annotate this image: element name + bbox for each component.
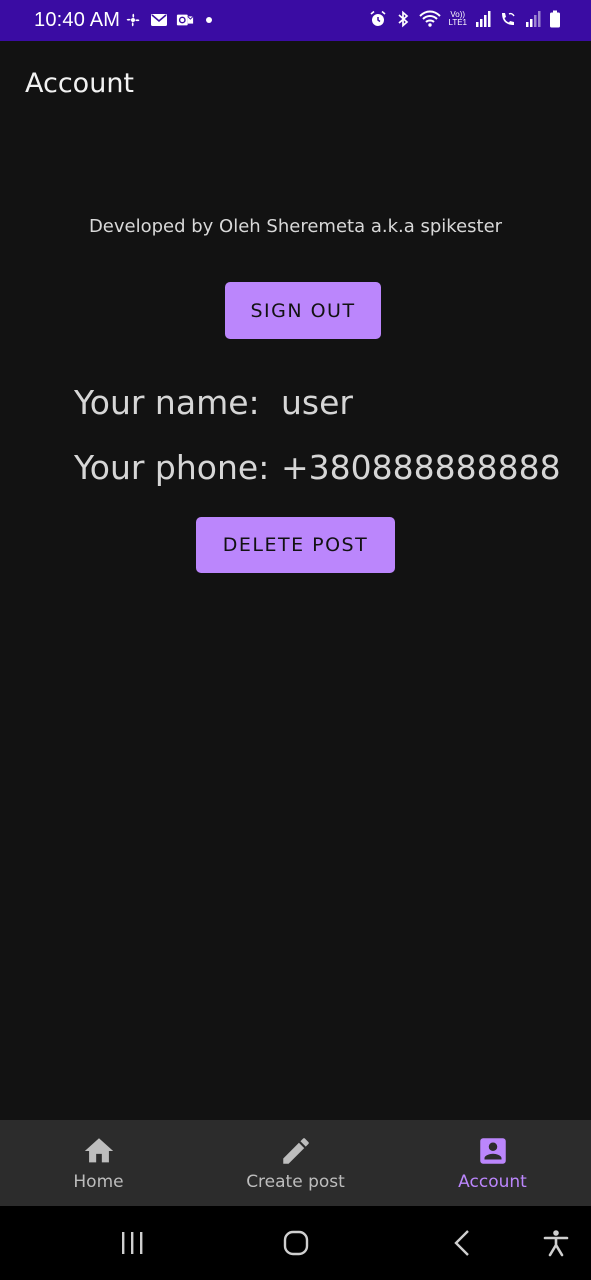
nav-item-home[interactable]: Home [0, 1120, 197, 1206]
nav-item-create-post[interactable]: Create post [197, 1120, 394, 1206]
accessibility-icon[interactable] [541, 1228, 571, 1258]
mail-icon [150, 11, 168, 29]
wifi-calling-icon [499, 10, 517, 28]
alarm-icon [369, 10, 387, 28]
recents-icon[interactable] [117, 1228, 147, 1258]
nav-label-account: Account [458, 1172, 527, 1192]
fan-icon [124, 11, 142, 29]
outlook-icon [176, 11, 194, 29]
lte-label: LTE1 [448, 18, 467, 27]
developer-credit: Developed by Oleh Sheremeta a.k.a spikes… [88, 216, 503, 237]
account-box-icon [476, 1134, 510, 1168]
volte-icon: Vo)) LTE1 [448, 11, 467, 27]
back-icon[interactable] [448, 1228, 478, 1258]
delete-post-button[interactable]: DELETE POST [196, 517, 395, 573]
nav-label-create-post: Create post [246, 1172, 345, 1192]
home-circle-icon[interactable] [281, 1228, 311, 1258]
nav-label-home: Home [73, 1172, 124, 1192]
status-right-icons: Vo)) LTE1 [369, 10, 561, 28]
bluetooth-icon [394, 10, 412, 28]
nav-item-account[interactable]: Account [394, 1120, 591, 1206]
battery-icon [549, 10, 561, 28]
phone-value: +380888888888 [281, 448, 561, 487]
home-icon [82, 1134, 116, 1168]
status-bar: 10:40 AM Vo)) LTE1 [0, 0, 591, 41]
bottom-navigation: Home Create post Account [0, 1120, 591, 1206]
signal-icon [474, 10, 492, 28]
page-title: Account [25, 68, 135, 99]
notification-dot-icon [206, 17, 212, 23]
name-label: Your name: [74, 383, 260, 422]
name-value: user [281, 383, 353, 422]
system-navigation-bar [0, 1206, 591, 1280]
phone-label: Your phone: [74, 448, 270, 487]
sign-out-button[interactable]: SIGN OUT [225, 282, 381, 339]
wifi-icon [419, 10, 442, 28]
status-left-icons [124, 11, 212, 29]
pencil-icon [279, 1134, 313, 1168]
signal-2-icon [524, 10, 542, 28]
status-time: 10:40 AM [34, 9, 121, 31]
